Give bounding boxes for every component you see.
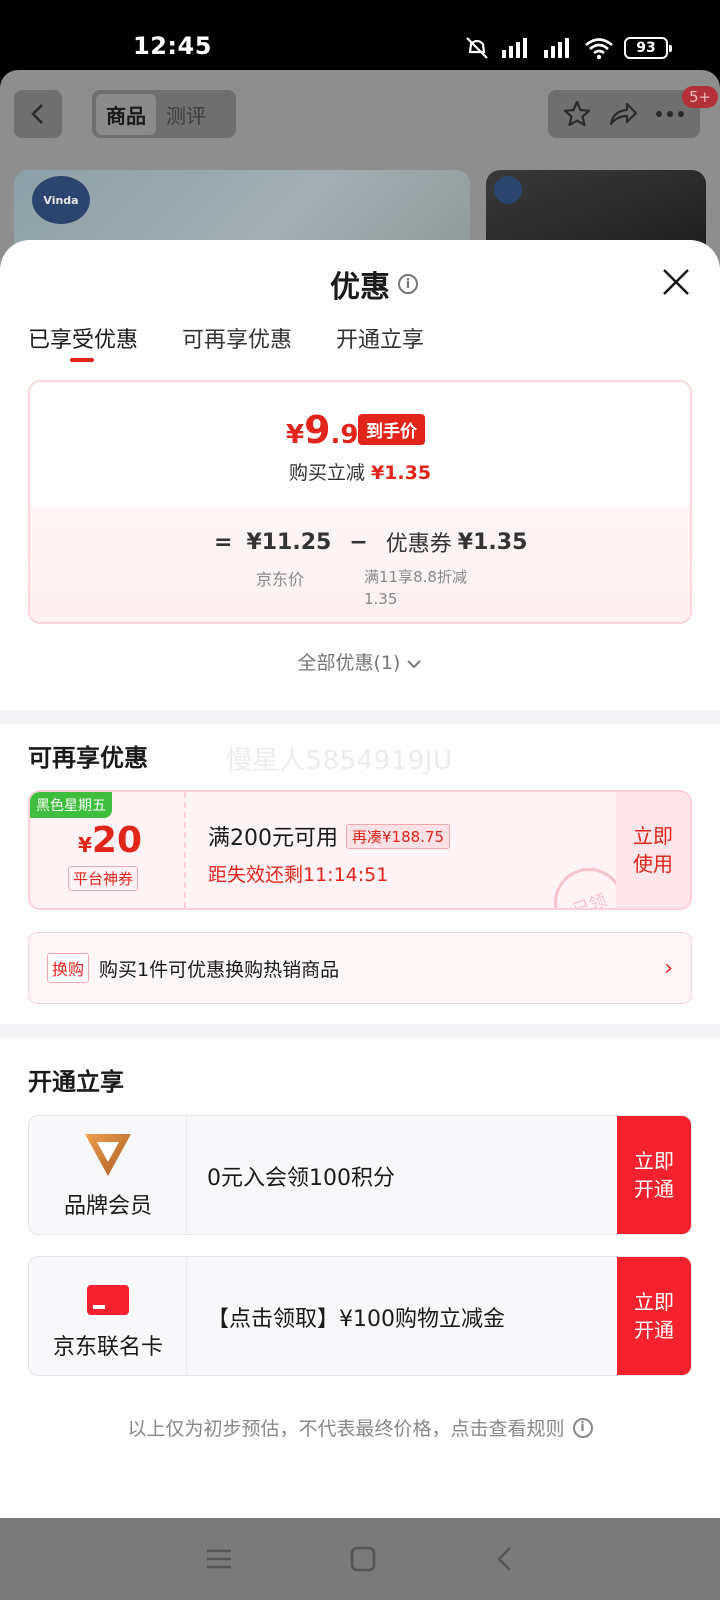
- all-discounts-toggle[interactable]: 全部优惠(1): [0, 648, 720, 675]
- more-discounts-title: 可再享优惠: [28, 744, 148, 772]
- coupon-condition-row: 满200元可用 再凑¥188.75: [208, 820, 451, 852]
- coupon-card[interactable]: 黑色星期五 ¥ 20 平台神券 满200元可用 再凑¥188.75 距失效还剩1…: [28, 790, 692, 910]
- jd-card-panel: 京东联名卡: [29, 1257, 187, 1375]
- more-icon[interactable]: [654, 109, 686, 119]
- tab-more[interactable]: 可再享优惠: [182, 322, 292, 354]
- brand-logo: Vinda: [32, 176, 90, 224]
- back-button[interactable]: [14, 90, 62, 138]
- system-nav-bar: [0, 1518, 720, 1600]
- notification-badge: 5+: [682, 86, 719, 108]
- coupon-currency: ¥: [78, 833, 92, 857]
- coupon-amount-value: 20: [91, 820, 143, 861]
- coupon-condition: 满200元可用: [208, 826, 338, 851]
- exchange-bar[interactable]: 换购 购买1件可优惠换购热销商品 ›: [28, 932, 692, 1004]
- coupon-remaining-pill: 再凑¥188.75: [346, 823, 451, 849]
- open-card-button[interactable]: 立即开通: [617, 1257, 691, 1375]
- home-icon[interactable]: [349, 1545, 377, 1573]
- reduce-line: 购买立减 ¥1.35: [30, 458, 690, 485]
- coupon-value: ¥ 20: [78, 820, 142, 861]
- coupon-timer: 距失效还剩11:14:51: [208, 864, 389, 886]
- rules-info-icon: i: [572, 1417, 593, 1438]
- tab-review[interactable]: 测评: [162, 94, 210, 135]
- header-actions: [548, 90, 700, 138]
- brand-member-label: 品牌会员: [63, 1194, 152, 1219]
- jd-card-offer[interactable]: 京东联名卡 【点击领取】¥100购物立减金 立即开通: [28, 1256, 692, 1376]
- product-tabs: 商品 测评: [92, 90, 236, 138]
- signal-icon-2: [544, 38, 569, 58]
- jd-price: ¥11.25: [246, 529, 332, 555]
- coupon-value-panel: 黑色星期五 ¥ 20 平台神券: [30, 792, 186, 908]
- mute-icon: [466, 37, 488, 59]
- final-price-tag: 到手价: [358, 414, 425, 445]
- use-coupon-button[interactable]: 立即使用: [616, 792, 690, 908]
- status-icons: 93: [464, 36, 672, 60]
- coupon-details: 满200元可用 再凑¥188.75 距失效还剩11:14:51: [208, 820, 451, 887]
- brand-member-card[interactable]: 品牌会员 0元入会领100积分 立即开通: [28, 1115, 692, 1235]
- chevron-down-icon: [407, 659, 422, 668]
- exchange-tag: 换购: [47, 953, 90, 983]
- price-card: ¥ 9 .9 到手价 购买立减 ¥1.35 = ¥11.25 − 优惠券 ¥1.3…: [28, 380, 692, 624]
- minus-sign: −: [349, 529, 368, 555]
- tab-open[interactable]: 开通立享: [336, 322, 424, 354]
- jd-card-label: 京东联名卡: [52, 1335, 163, 1360]
- jd-card-offer-text: 【点击领取】¥100购物立减金: [207, 1307, 505, 1332]
- brand-v-icon: [85, 1134, 131, 1176]
- back-icon: [31, 104, 43, 124]
- coupon-event-tag: 黑色星期五: [30, 792, 112, 818]
- tab-enjoyed[interactable]: 已享受优惠: [28, 322, 138, 362]
- reduce-amount: ¥1.35: [370, 462, 432, 484]
- open-section-title: 开通立享: [28, 1068, 124, 1096]
- battery-icon: 93: [624, 37, 672, 59]
- section-divider: [0, 710, 720, 724]
- section-divider-2: [0, 1024, 720, 1038]
- tab-product[interactable]: 商品: [96, 93, 156, 135]
- discount-sheet: 优惠 i 已享受优惠 可再享优惠 开通立享 ¥ 9 .9 到手价 购买立减 ¥1.…: [0, 240, 720, 1518]
- wifi-icon: [585, 38, 613, 60]
- brand-member-panel: 品牌会员: [29, 1116, 187, 1234]
- jd-price-label: 京东价: [256, 570, 305, 589]
- open-member-button[interactable]: 立即开通: [617, 1116, 691, 1234]
- coupon-amount: ¥1.35: [457, 529, 528, 555]
- star-icon[interactable]: [562, 99, 592, 129]
- disclaimer[interactable]: 以上仅为初步预估，不代表最终价格，点击查看规则 i: [0, 1414, 720, 1441]
- signal-icon: [502, 38, 527, 58]
- final-price-int: 9: [304, 408, 331, 452]
- reduce-label: 购买立减: [288, 462, 365, 484]
- info-icon[interactable]: i: [398, 274, 418, 294]
- all-discounts-label: 全部优惠(1): [297, 652, 401, 674]
- coupon-description: 满11享8.8折减1.35: [364, 568, 467, 608]
- discount-tabs: 已享受优惠 可再享优惠 开通立享: [28, 322, 424, 362]
- price-breakdown-bg: [30, 506, 690, 622]
- menu-icon[interactable]: [205, 1547, 233, 1571]
- sheet-title-row: 优惠 i: [330, 262, 418, 306]
- status-bar: 12:45 93: [0, 0, 720, 70]
- final-price-dec: .9: [330, 420, 359, 450]
- exchange-text: 购买1件可优惠换购热销商品: [99, 958, 340, 981]
- coupon-label: 优惠券: [385, 532, 452, 557]
- coupon-type: 平台神券: [68, 866, 139, 891]
- status-time: 12:45: [133, 32, 212, 60]
- card-icon: [87, 1285, 129, 1315]
- sheet-title: 优惠: [330, 270, 390, 305]
- close-icon[interactable]: [660, 266, 692, 298]
- equals-sign: =: [214, 529, 233, 555]
- disclaimer-text: 以上仅为初步预估，不代表最终价格，点击查看规则: [127, 1418, 565, 1440]
- brand-logo-small: [494, 176, 522, 204]
- final-price: ¥ 9 .9: [286, 408, 359, 452]
- final-price-currency: ¥: [286, 420, 305, 450]
- brand-member-offer: 0元入会领100积分: [207, 1166, 395, 1191]
- share-icon[interactable]: [607, 99, 639, 129]
- back-nav-icon[interactable]: [493, 1545, 515, 1573]
- chevron-right-icon: ›: [664, 955, 673, 981]
- watermark: 慢星人5854919JU: [226, 746, 453, 776]
- price-equation: = ¥11.25 − 优惠券 ¥1.35: [214, 526, 527, 558]
